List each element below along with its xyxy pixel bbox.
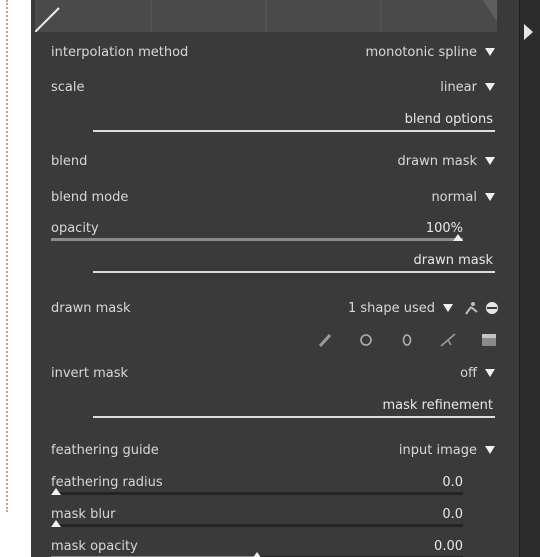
right-scroll-strip[interactable] xyxy=(519,0,540,557)
feathering-radius-slider[interactable]: feathering radius 0.0 xyxy=(51,475,463,497)
scale-value[interactable]: linear xyxy=(440,80,477,95)
section-drawn-mask-label: drawn mask xyxy=(413,253,494,268)
dropdown-arrow-icon[interactable] xyxy=(485,193,495,201)
dotted-border xyxy=(6,0,8,512)
blend-mode-label: blend mode xyxy=(51,189,129,205)
path-icon[interactable] xyxy=(439,331,457,349)
section-mask-refinement: mask refinement xyxy=(93,394,495,418)
curve-graph[interactable] xyxy=(35,0,497,32)
circle-icon[interactable] xyxy=(357,331,375,349)
module-panel: interpolation method monotonic spline sc… xyxy=(31,0,519,557)
opacity-slider[interactable]: opacity 100% xyxy=(51,221,463,243)
drawn-mask-label: drawn mask xyxy=(51,300,131,316)
mask-opacity-label: mask opacity xyxy=(51,539,138,554)
feathering-radius-handle[interactable] xyxy=(51,488,61,495)
show-mask-icon[interactable] xyxy=(485,301,499,315)
mask-opacity-value: 0.00 xyxy=(434,539,463,554)
section-mask-refinement-label: mask refinement xyxy=(382,398,493,413)
feathering-guide-row[interactable]: feathering guide input image xyxy=(51,440,495,460)
scale-row[interactable]: scale linear xyxy=(51,77,495,97)
dropdown-arrow-icon[interactable] xyxy=(485,369,495,377)
feathering-radius-value: 0.0 xyxy=(442,475,463,490)
mask-blur-handle[interactable] xyxy=(51,520,61,527)
blend-label: blend xyxy=(51,153,88,169)
curve-graph-svg xyxy=(35,0,497,32)
mask-blur-track[interactable] xyxy=(51,524,463,527)
invert-mask-row[interactable]: invert mask off xyxy=(51,363,495,383)
opacity-handle[interactable] xyxy=(453,234,463,241)
pencil-icon[interactable] xyxy=(316,331,334,349)
blend-value[interactable]: drawn mask xyxy=(398,154,478,169)
section-blend-options: blend options xyxy=(93,108,495,132)
edit-mask-icon[interactable] xyxy=(463,301,479,315)
scale-label: scale xyxy=(51,79,85,95)
interpolation-method-row[interactable]: interpolation method monotonic spline xyxy=(51,42,495,62)
opacity-fill xyxy=(51,238,463,241)
gradient-icon[interactable] xyxy=(480,331,498,349)
drawn-mask-row[interactable]: drawn mask 1 shape used xyxy=(51,298,499,318)
expand-arrow-icon[interactable] xyxy=(524,24,533,40)
dropdown-arrow-icon[interactable] xyxy=(485,83,495,91)
blend-row[interactable]: blend drawn mask xyxy=(51,151,495,171)
mask-opacity-slider[interactable]: mask opacity 0.00 xyxy=(51,539,463,557)
mask-opacity-handle[interactable] xyxy=(252,552,262,557)
feathering-guide-label: feathering guide xyxy=(51,442,159,458)
invert-mask-label: invert mask xyxy=(51,365,129,381)
shape-tools-bar xyxy=(316,330,498,350)
dropdown-arrow-icon[interactable] xyxy=(485,446,495,454)
dropdown-arrow-icon[interactable] xyxy=(485,48,495,56)
section-blend-options-label: blend options xyxy=(404,112,493,127)
mask-blur-slider[interactable]: mask blur 0.0 xyxy=(51,507,463,529)
invert-mask-value[interactable]: off xyxy=(460,366,477,381)
feathering-guide-value[interactable]: input image xyxy=(399,443,477,458)
blend-mode-value[interactable]: normal xyxy=(431,190,477,205)
dropdown-arrow-icon[interactable] xyxy=(485,157,495,165)
feathering-radius-label: feathering radius xyxy=(51,475,163,490)
feathering-radius-track[interactable] xyxy=(51,492,463,495)
interpolation-method-label: interpolation method xyxy=(51,44,189,60)
blend-mode-row[interactable]: blend mode normal xyxy=(51,187,495,207)
drawn-mask-value[interactable]: 1 shape used xyxy=(348,301,435,316)
mask-blur-value: 0.0 xyxy=(442,507,463,522)
dropdown-arrow-icon[interactable] xyxy=(443,304,453,312)
section-drawn-mask: drawn mask xyxy=(93,249,495,273)
interpolation-method-value[interactable]: monotonic spline xyxy=(366,45,477,60)
ellipse-icon[interactable] xyxy=(398,331,416,349)
opacity-label: opacity xyxy=(51,221,99,236)
